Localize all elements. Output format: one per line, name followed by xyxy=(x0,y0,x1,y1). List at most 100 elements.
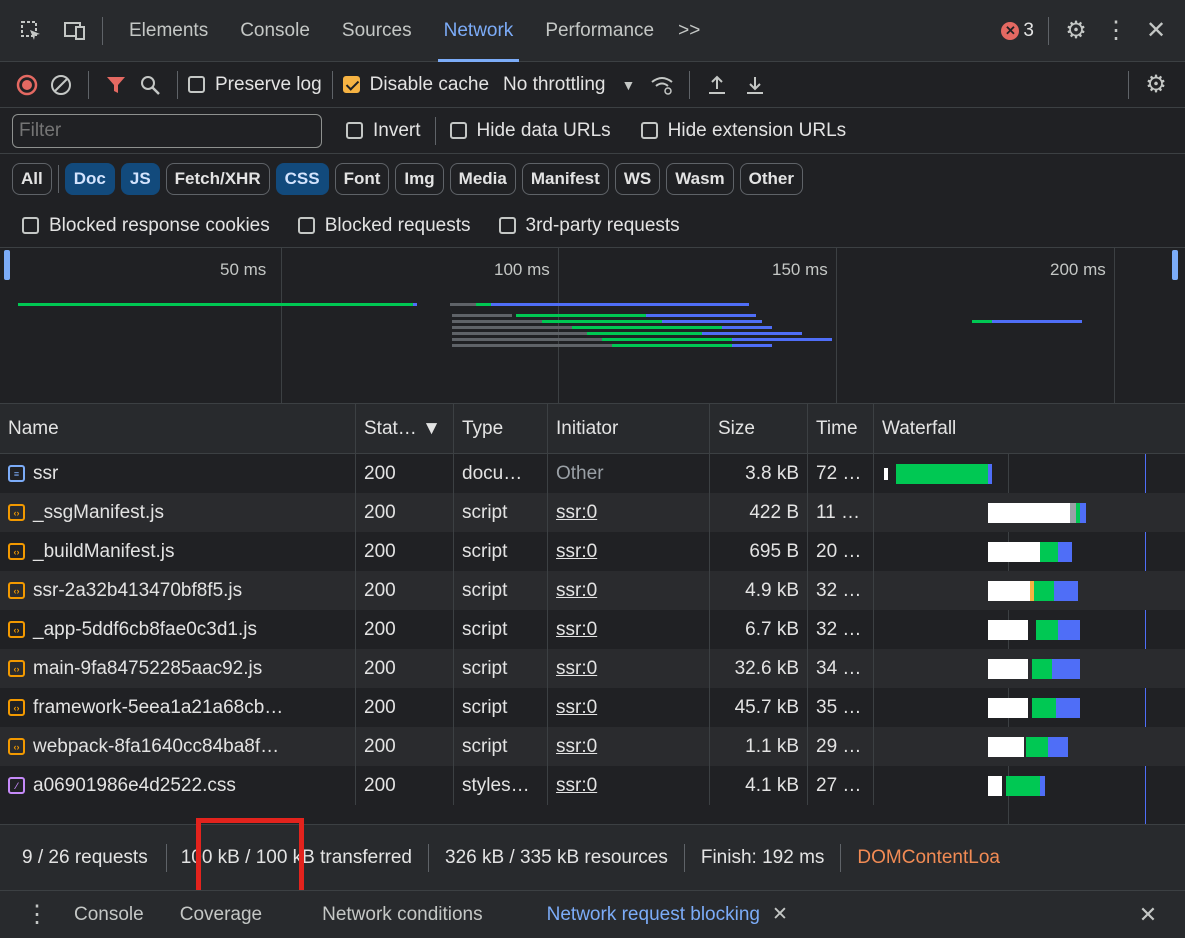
close-drawer-icon[interactable]: ✕ xyxy=(1131,898,1165,932)
column-name[interactable]: Name xyxy=(0,404,356,453)
column-time[interactable]: Time xyxy=(808,404,874,453)
inspect-element-icon[interactable] xyxy=(14,14,48,48)
cell-size: 695 B xyxy=(710,532,808,571)
tab-network[interactable]: Network xyxy=(428,0,530,62)
table-row[interactable]: ‹› _app-5ddf6cb8fae0c3d1.js 200 script ssr:0… xyxy=(0,610,1185,649)
drawer-tab-network-conditions[interactable]: Network conditions xyxy=(282,891,503,938)
cell-text: 4.9 kB xyxy=(745,579,799,601)
blocked-cookies-checkbox[interactable] xyxy=(22,217,39,234)
type-filter-media[interactable]: Media xyxy=(449,163,516,195)
waterfall-segment xyxy=(988,737,1024,757)
drawer-menu-icon[interactable]: ⋮ xyxy=(20,898,54,932)
table-row[interactable]: ‹› _buildManifest.js 200 script ssr:0 695 B 20… xyxy=(0,532,1185,571)
type-filter-other[interactable]: Other xyxy=(739,163,803,195)
table-row[interactable]: ‹› framework-5eea1a21a68cb… 200 script ssr:0… xyxy=(0,688,1185,727)
drawer-tab-coverage[interactable]: Coverage xyxy=(164,891,282,938)
hide-data-urls-label: Hide data URLs xyxy=(476,119,611,141)
disable-cache-checkbox[interactable] xyxy=(342,76,360,93)
third-party-requests-checkbox[interactable] xyxy=(498,217,516,234)
cell-status: 200 xyxy=(356,688,454,727)
network-conditions-icon[interactable] xyxy=(645,68,679,102)
blocked-requests-checkbox[interactable] xyxy=(297,217,315,234)
tab-performance[interactable]: Performance xyxy=(529,0,670,62)
tab-console[interactable]: Console xyxy=(224,0,326,62)
stylesheet-file-icon: ⁄ xyxy=(8,777,25,794)
type-filter-ws[interactable]: WS xyxy=(614,163,661,195)
device-toolbar-icon[interactable] xyxy=(58,14,92,48)
cell-name: ≡ ssr xyxy=(0,454,356,493)
cell-initiator[interactable]: ssr:0 xyxy=(548,688,710,727)
type-filter-img[interactable]: Img xyxy=(395,163,444,195)
script-file-icon: ‹› xyxy=(8,582,25,599)
cell-status: 200 xyxy=(356,454,454,493)
network-overview-timeline[interactable]: 50 ms 100 ms 150 ms 200 ms xyxy=(0,248,1185,404)
type-filter-js[interactable]: JS xyxy=(120,163,160,195)
disable-cache-label: Disable cache xyxy=(369,73,490,95)
close-tab-icon[interactable]: ✕ xyxy=(772,903,788,926)
table-row[interactable]: ⁄ a06901986e4d2522.css 200 styles… ssr:0 4.1 … xyxy=(0,766,1185,805)
table-row[interactable]: ‹› ssr-2a32b413470bf8f5.js 200 script ssr:0 4… xyxy=(0,571,1185,610)
table-row[interactable]: ‹› _ssgManifest.js 200 script ssr:0 422 B 11 … xyxy=(0,493,1185,532)
more-options-icon[interactable]: ⋮ xyxy=(1099,14,1133,48)
throttling-select[interactable]: No throttling xyxy=(503,74,605,96)
chevron-down-icon[interactable]: ▼ xyxy=(611,68,645,102)
waterfall-segment xyxy=(1036,620,1058,640)
waterfall-segment xyxy=(1048,737,1068,757)
cell-text: script xyxy=(462,735,508,757)
cell-size: 4.1 kB xyxy=(710,766,808,805)
cell-text: Other xyxy=(556,462,604,484)
record-stop-icon[interactable] xyxy=(10,68,44,102)
cell-initiator[interactable]: ssr:0 xyxy=(548,610,710,649)
column-status[interactable]: Stat… ▼ xyxy=(356,404,454,453)
table-row[interactable]: ‹› main-9fa84752285aac92.js 200 script ssr:0… xyxy=(0,649,1185,688)
table-row[interactable]: ‹› webpack-8fa1640cc84ba8f… 200 script ssr:0… xyxy=(0,727,1185,766)
cell-initiator[interactable]: ssr:0 xyxy=(548,766,710,805)
settings-gear-icon[interactable]: ⚙ xyxy=(1059,14,1093,48)
error-counter[interactable]: ✕ 3 xyxy=(1001,20,1034,42)
preserve-log-checkbox[interactable] xyxy=(188,76,205,93)
table-row[interactable]: ≡ ssr 200 docu… Other 3.8 kB 72 … xyxy=(0,454,1185,493)
tab-elements[interactable]: Elements xyxy=(113,0,224,62)
script-file-icon: ‹› xyxy=(8,699,25,716)
type-filter-fetch-xhr[interactable]: Fetch/XHR xyxy=(165,163,270,195)
type-filter-css[interactable]: CSS xyxy=(275,163,329,195)
preserve-log-label: Preserve log xyxy=(215,73,322,95)
type-filter-wasm[interactable]: Wasm xyxy=(666,163,734,195)
clear-icon[interactable] xyxy=(44,68,78,102)
network-settings-gear-icon[interactable]: ⚙ xyxy=(1139,68,1173,102)
cell-initiator[interactable]: ssr:0 xyxy=(548,571,710,610)
cell-text: ssr:0 xyxy=(556,501,598,523)
export-har-icon[interactable] xyxy=(738,68,772,102)
error-count: 3 xyxy=(1023,19,1034,41)
column-initiator[interactable]: Initiator xyxy=(548,404,710,453)
column-size[interactable]: Size xyxy=(710,404,808,453)
tab-sources[interactable]: Sources xyxy=(326,0,428,62)
hide-data-urls-checkbox[interactable] xyxy=(449,122,467,139)
column-waterfall[interactable]: Waterfall xyxy=(874,404,1185,453)
hide-extension-urls-checkbox[interactable] xyxy=(640,122,658,139)
drawer-tab-console[interactable]: Console xyxy=(54,891,164,938)
more-tabs-button[interactable]: >> xyxy=(670,0,708,62)
close-devtools-icon[interactable]: ✕ xyxy=(1139,14,1173,48)
cell-text: 3.8 kB xyxy=(745,462,799,484)
divider xyxy=(689,70,691,99)
search-icon[interactable] xyxy=(133,68,167,102)
type-filter-doc[interactable]: Doc xyxy=(64,163,115,195)
filter-funnel-icon[interactable] xyxy=(99,68,133,102)
cell-initiator[interactable]: ssr:0 xyxy=(548,493,710,532)
column-type[interactable]: Type xyxy=(454,404,548,453)
invert-checkbox[interactable] xyxy=(346,122,363,139)
cell-text: 200 xyxy=(364,579,396,601)
drawer-tab-network-request-blocking[interactable]: Network request blocking ✕ xyxy=(503,891,808,938)
import-har-icon[interactable] xyxy=(700,68,734,102)
cell-initiator[interactable]: ssr:0 xyxy=(548,532,710,571)
type-filter-all[interactable]: All xyxy=(12,163,52,195)
cell-name: ‹› _ssgManifest.js xyxy=(0,493,356,532)
cell-initiator[interactable]: ssr:0 xyxy=(548,649,710,688)
hide-extension-urls-label: Hide extension URLs xyxy=(667,119,847,141)
filter-input[interactable] xyxy=(12,113,322,148)
cell-text: _app-5ddf6cb8fae0c3d1.js xyxy=(33,618,257,640)
type-filter-manifest[interactable]: Manifest xyxy=(521,163,609,195)
type-filter-font[interactable]: Font xyxy=(334,163,390,195)
cell-initiator[interactable]: ssr:0 xyxy=(548,727,710,766)
